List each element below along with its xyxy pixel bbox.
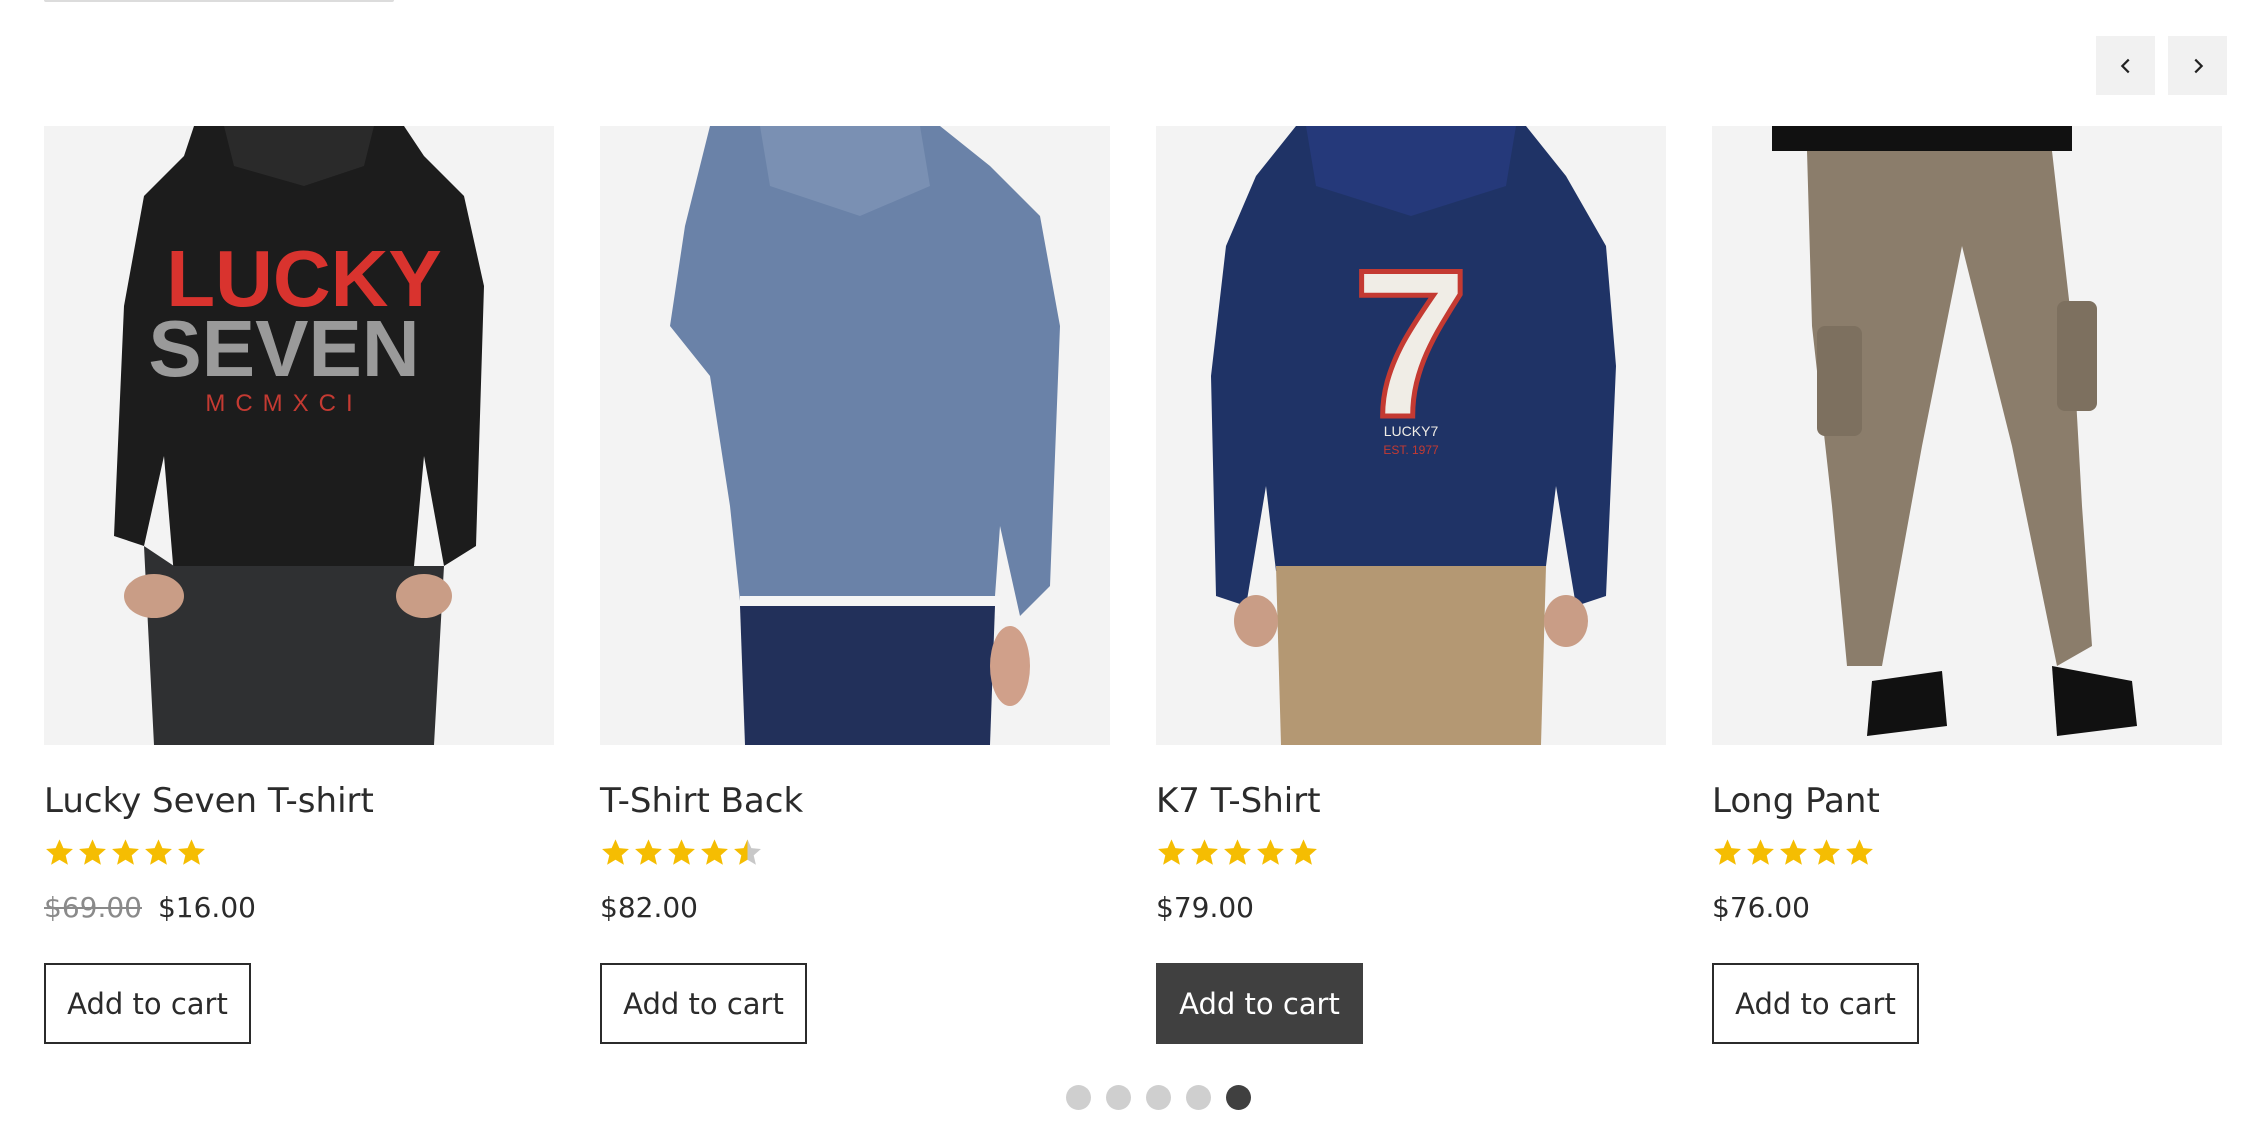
star-icon xyxy=(143,837,174,868)
star-icon xyxy=(732,837,763,868)
star-icon xyxy=(44,837,75,868)
price: $79.00 xyxy=(1156,890,1254,924)
star-icon xyxy=(1778,837,1809,868)
add-to-cart-button[interactable]: Add to cart xyxy=(1712,963,1919,1044)
pagination-dot[interactable] xyxy=(1106,1085,1131,1110)
product-card: 7 LUCKY7 EST. 1977 K7 T-Shirt $79.00 Add… xyxy=(1156,126,1666,1044)
star-icon xyxy=(110,837,141,868)
price-row: $82.00 xyxy=(600,887,1110,927)
product-name[interactable]: K7 T-Shirt xyxy=(1156,779,1666,823)
svg-text:LUCKY7: LUCKY7 xyxy=(1384,423,1439,439)
star-icon xyxy=(77,837,108,868)
product-image[interactable] xyxy=(1712,126,2222,745)
star-icon xyxy=(1255,837,1286,868)
pagination-dot[interactable] xyxy=(1146,1085,1171,1110)
star-icon xyxy=(1189,837,1220,868)
price: $76.00 xyxy=(1712,890,1810,924)
pagination-dot[interactable] xyxy=(1226,1085,1251,1110)
hoodie-photo: LUCKY SEVEN MCMXCI xyxy=(114,126,484,745)
carousel-next-button[interactable] xyxy=(2168,36,2227,95)
navy-hoodie-photo: 7 LUCKY7 EST. 1977 xyxy=(1211,126,1616,745)
svg-text:MCMXCI: MCMXCI xyxy=(205,390,362,417)
carousel-navigation xyxy=(2096,36,2227,95)
product-card: LUCKY SEVEN MCMXCI Lucky Seven T-shirt $… xyxy=(44,126,554,1044)
product-image[interactable]: LUCKY SEVEN MCMXCI xyxy=(44,126,554,745)
product-rating xyxy=(600,835,1110,869)
star-icon xyxy=(1811,837,1842,868)
chevron-right-icon xyxy=(2193,58,2203,73)
star-icon xyxy=(666,837,697,868)
star-icon xyxy=(1745,837,1776,868)
add-to-cart-button[interactable]: Add to cart xyxy=(44,963,251,1044)
star-icon xyxy=(600,837,631,868)
carousel-prev-button[interactable] xyxy=(2096,36,2155,95)
add-to-cart-button[interactable]: Add to cart xyxy=(1156,963,1363,1044)
hoodie-back-photo xyxy=(670,126,1060,745)
pagination-dot[interactable] xyxy=(1066,1085,1091,1110)
product-name[interactable]: Long Pant xyxy=(1712,779,2222,823)
product-rating xyxy=(1712,835,2222,869)
carousel-pagination xyxy=(1066,1085,1251,1110)
section-heading-cropped xyxy=(44,0,394,2)
product-card: Long Pant $76.00 Add to cart xyxy=(1712,126,2222,1044)
svg-text:EST. 1977: EST. 1977 xyxy=(1383,443,1439,457)
product-name[interactable]: Lucky Seven T-shirt xyxy=(44,779,554,823)
product-card: T-Shirt Back $82.00 Add to cart xyxy=(600,126,1110,1044)
star-icon xyxy=(633,837,664,868)
chevron-left-icon xyxy=(2120,58,2130,73)
product-image[interactable]: 7 LUCKY7 EST. 1977 xyxy=(1156,126,1666,745)
price-row: $79.00 xyxy=(1156,887,1666,927)
star-icon xyxy=(176,837,207,868)
product-rating xyxy=(44,835,554,869)
sale-price: $16.00 xyxy=(157,890,256,924)
add-to-cart-button[interactable]: Add to cart xyxy=(600,963,807,1044)
cargo-pants-photo xyxy=(1772,126,2137,736)
pagination-dot[interactable] xyxy=(1186,1085,1211,1110)
product-rating xyxy=(1156,835,1666,869)
star-icon xyxy=(1844,837,1875,868)
product-name[interactable]: T-Shirt Back xyxy=(600,779,1110,823)
original-price: $69.00 xyxy=(44,890,142,924)
price-row: $69.00 $16.00 xyxy=(44,887,554,927)
star-icon xyxy=(699,837,730,868)
star-icon xyxy=(1712,837,1743,868)
price: $82.00 xyxy=(600,890,698,924)
svg-text:SEVEN: SEVEN xyxy=(148,304,419,393)
star-icon xyxy=(1156,837,1187,868)
star-icon xyxy=(1288,837,1319,868)
product-carousel: LUCKY SEVEN MCMXCI Lucky Seven T-shirt $… xyxy=(44,126,2222,1044)
star-icon xyxy=(1222,837,1253,868)
product-image[interactable] xyxy=(600,126,1110,745)
price-row: $76.00 xyxy=(1712,887,2222,927)
